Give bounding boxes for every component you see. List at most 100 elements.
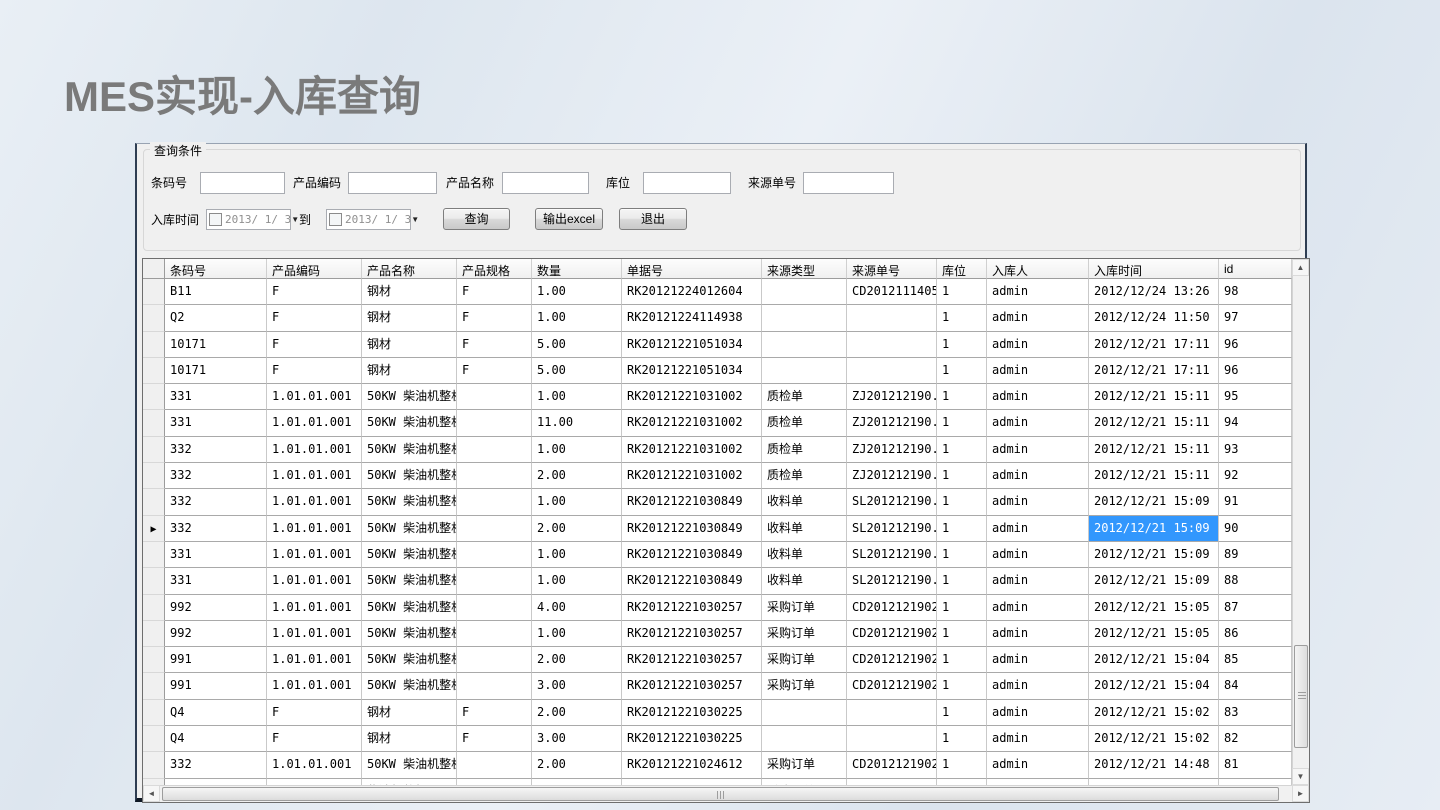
- table-row[interactable]: 9921.01.01.00150KW 柴油机整机4.00RK2012122103…: [143, 595, 1309, 621]
- table-cell[interactable]: admin: [987, 595, 1089, 621]
- table-cell[interactable]: SL201212190...: [847, 516, 937, 542]
- table-cell[interactable]: 1: [937, 647, 987, 673]
- table-cell[interactable]: 1.01.01.001: [267, 595, 362, 621]
- table-cell[interactable]: admin: [987, 410, 1089, 436]
- table-cell[interactable]: 50KW 柴油机整机: [362, 752, 457, 778]
- row-indicator-cell[interactable]: [143, 384, 165, 410]
- table-cell[interactable]: 3.00: [532, 726, 622, 752]
- table-cell[interactable]: F: [457, 358, 532, 384]
- scroll-up-icon[interactable]: ▲: [1292, 259, 1309, 276]
- scroll-down-icon[interactable]: ▼: [1292, 768, 1309, 785]
- table-cell[interactable]: 93: [1219, 437, 1292, 463]
- table-cell[interactable]: F: [267, 358, 362, 384]
- table-cell[interactable]: ZJ201212190...: [847, 437, 937, 463]
- table-cell[interactable]: [457, 437, 532, 463]
- table-row[interactable]: 3311.01.01.00150KW 柴油机整机11.00RK201212210…: [143, 410, 1309, 436]
- table-cell[interactable]: [847, 700, 937, 726]
- table-cell[interactable]: 87: [1219, 595, 1292, 621]
- row-indicator-cell[interactable]: ▶: [143, 516, 165, 542]
- table-cell[interactable]: [847, 726, 937, 752]
- table-cell[interactable]: 1.01.01.001: [267, 384, 362, 410]
- table-cell[interactable]: 2.00: [532, 463, 622, 489]
- table-cell[interactable]: 1.00: [532, 489, 622, 515]
- table-cell[interactable]: CD2012121902: [847, 752, 937, 778]
- table-cell[interactable]: 1.01.01.001: [267, 516, 362, 542]
- table-cell[interactable]: 1.00: [532, 542, 622, 568]
- date-to-picker[interactable]: 2013/ 1/ 3 ▼: [326, 209, 411, 230]
- table-cell[interactable]: CD2012121902: [847, 673, 937, 699]
- table-cell[interactable]: [457, 516, 532, 542]
- table-cell[interactable]: admin: [987, 437, 1089, 463]
- table-cell[interactable]: 1.01.01.001: [267, 437, 362, 463]
- row-indicator-cell[interactable]: [143, 463, 165, 489]
- table-cell[interactable]: 50KW 柴油机整机: [362, 595, 457, 621]
- column-header-product-code[interactable]: 产品编码: [267, 259, 362, 279]
- table-cell[interactable]: ZJ201212190...: [847, 410, 937, 436]
- table-cell[interactable]: 2012/12/21 15:11: [1089, 410, 1219, 436]
- table-cell[interactable]: 2012/12/24 13:26: [1089, 279, 1219, 305]
- table-cell[interactable]: [457, 568, 532, 594]
- table-cell[interactable]: 1.01.01.001: [267, 673, 362, 699]
- table-cell[interactable]: Q2: [165, 305, 267, 331]
- table-cell[interactable]: [762, 700, 847, 726]
- table-cell[interactable]: 95: [1219, 384, 1292, 410]
- table-cell[interactable]: 83: [1219, 700, 1292, 726]
- column-header-location[interactable]: 库位: [937, 259, 987, 279]
- table-cell[interactable]: 332: [165, 437, 267, 463]
- table-cell[interactable]: 2012/12/21 15:04: [1089, 673, 1219, 699]
- row-indicator-cell[interactable]: [143, 279, 165, 305]
- table-cell[interactable]: admin: [987, 673, 1089, 699]
- table-cell[interactable]: 采购订单: [762, 621, 847, 647]
- row-indicator-cell[interactable]: [143, 700, 165, 726]
- table-cell[interactable]: 50KW 柴油机整机: [362, 568, 457, 594]
- column-header-operator[interactable]: 入库人: [987, 259, 1089, 279]
- table-cell[interactable]: 50KW 柴油机整机: [362, 384, 457, 410]
- table-cell[interactable]: Q4: [165, 700, 267, 726]
- table-cell[interactable]: CD2012121902: [847, 647, 937, 673]
- table-cell[interactable]: 1: [937, 700, 987, 726]
- table-cell[interactable]: 1: [937, 726, 987, 752]
- table-cell[interactable]: 钢材: [362, 358, 457, 384]
- table-cell[interactable]: 1: [937, 463, 987, 489]
- table-cell[interactable]: 4.00: [532, 595, 622, 621]
- table-cell[interactable]: [457, 410, 532, 436]
- table-cell[interactable]: SL201212190...: [847, 489, 937, 515]
- table-cell[interactable]: 2012/12/21 15:05: [1089, 595, 1219, 621]
- table-cell[interactable]: 1: [937, 279, 987, 305]
- table-cell[interactable]: 采购订单: [762, 595, 847, 621]
- table-cell[interactable]: RK20121221030849: [622, 542, 762, 568]
- table-cell[interactable]: 94: [1219, 410, 1292, 436]
- table-cell[interactable]: [457, 621, 532, 647]
- table-row[interactable]: 3311.01.01.00150KW 柴油机整机1.00RK2012122103…: [143, 568, 1309, 594]
- row-indicator-cell[interactable]: [143, 332, 165, 358]
- table-cell[interactable]: 11.00: [532, 410, 622, 436]
- table-cell[interactable]: F: [267, 332, 362, 358]
- table-cell[interactable]: 1: [937, 410, 987, 436]
- table-cell[interactable]: admin: [987, 752, 1089, 778]
- row-indicator-cell[interactable]: [143, 647, 165, 673]
- table-cell[interactable]: F: [457, 332, 532, 358]
- table-row[interactable]: 10171F钢材F5.00RK201212210510341admin2012/…: [143, 332, 1309, 358]
- table-cell[interactable]: admin: [987, 726, 1089, 752]
- row-indicator-cell[interactable]: [143, 542, 165, 568]
- table-cell[interactable]: 89: [1219, 542, 1292, 568]
- table-row[interactable]: Q4F钢材F2.00RK201212210302251admin2012/12/…: [143, 700, 1309, 726]
- date-to-checkbox[interactable]: [329, 213, 342, 226]
- table-cell[interactable]: 1: [937, 595, 987, 621]
- table-cell[interactable]: 991: [165, 647, 267, 673]
- table-cell[interactable]: [762, 305, 847, 331]
- table-cell[interactable]: [847, 305, 937, 331]
- table-cell[interactable]: 2012/12/21 15:11: [1089, 384, 1219, 410]
- row-indicator-cell[interactable]: [143, 726, 165, 752]
- table-cell[interactable]: 991: [165, 673, 267, 699]
- column-header-source-order[interactable]: 来源单号: [847, 259, 937, 279]
- table-cell[interactable]: CD2012111405: [847, 279, 937, 305]
- table-cell[interactable]: RK20121221030257: [622, 647, 762, 673]
- table-cell[interactable]: 331: [165, 384, 267, 410]
- table-cell[interactable]: F: [267, 700, 362, 726]
- table-cell[interactable]: 2012/12/21 15:09: [1089, 542, 1219, 568]
- table-cell[interactable]: 331: [165, 410, 267, 436]
- exit-button[interactable]: 退出: [619, 208, 687, 230]
- table-cell[interactable]: 1: [937, 358, 987, 384]
- table-cell[interactable]: RK20121221030225: [622, 726, 762, 752]
